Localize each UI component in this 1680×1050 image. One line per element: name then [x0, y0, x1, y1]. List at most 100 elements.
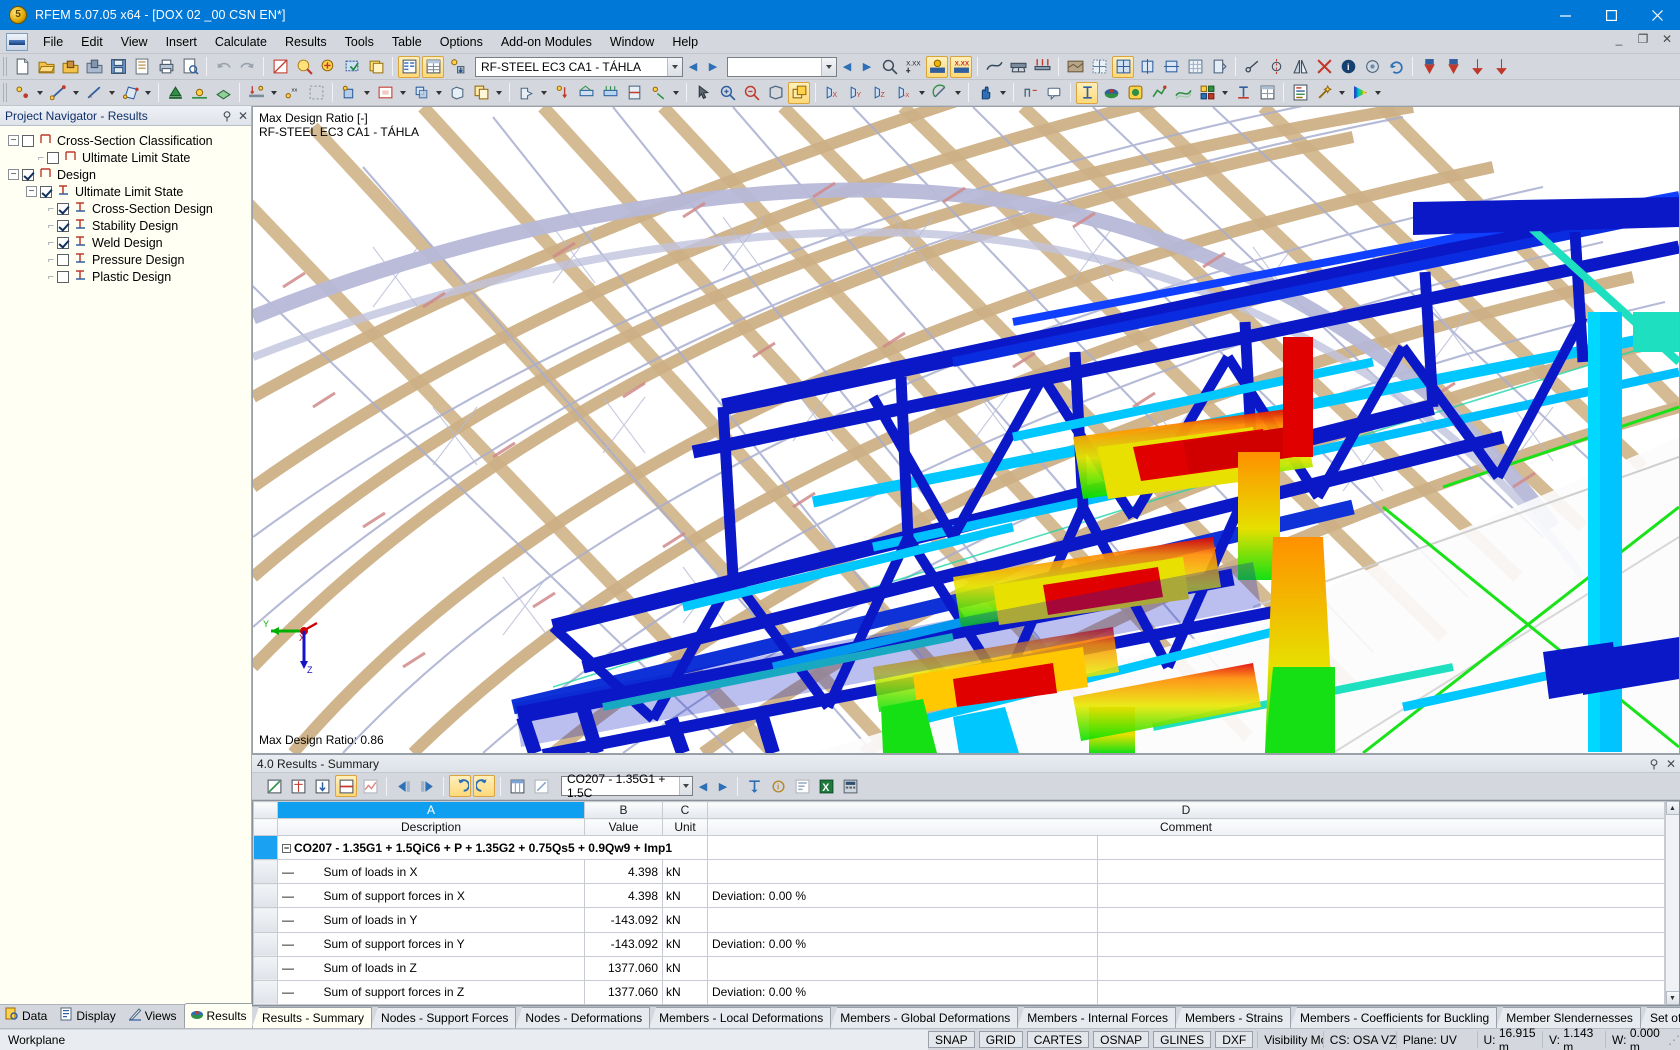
toolbar-grip[interactable] [3, 57, 7, 76]
corner-cell[interactable] [253, 801, 278, 819]
result-table-icon[interactable] [1256, 82, 1278, 104]
checkbox[interactable] [57, 236, 69, 249]
checkbox[interactable] [57, 270, 69, 283]
new-surface-dropdown[interactable] [142, 82, 154, 104]
view-grid-icon[interactable] [1184, 56, 1206, 78]
status-toggle-snap[interactable]: SNAP [928, 1031, 975, 1048]
load-xx-icon[interactable]: xx [281, 82, 303, 104]
imperfection-icon[interactable] [575, 82, 597, 104]
row-number-cell[interactable] [253, 907, 278, 933]
tree-item-pressure-design[interactable]: ⌐ Pressure Design [0, 251, 251, 268]
copy-object-dropdown[interactable] [493, 82, 505, 104]
loads-icon[interactable] [1031, 56, 1053, 78]
status-toggle-cartes[interactable]: CARTES [1026, 1031, 1090, 1048]
status-coordinate-system[interactable]: CS: OSA VZDUCH [1322, 1031, 1396, 1048]
previous-item-button[interactable]: ◀ [837, 56, 857, 78]
tree-item-cross-section-classification[interactable]: − Cross-Section Classification [0, 132, 251, 149]
menu-tools[interactable]: Tools [336, 32, 383, 52]
view-in-y-icon[interactable]: Y [845, 82, 867, 104]
export-icon[interactable] [446, 56, 468, 78]
row-number-cell[interactable] [253, 834, 278, 861]
pin-icon[interactable]: ⚲ [1646, 757, 1662, 771]
select-window-icon[interactable] [341, 56, 363, 78]
table-row[interactable]: — Sum of loads in Z 1377.060 kN [253, 955, 1665, 981]
next-item-button[interactable]: ▶ [857, 56, 877, 78]
zoom-area-icon[interactable] [293, 56, 315, 78]
load-case-3-icon[interactable] [1466, 56, 1488, 78]
window-close-button[interactable] [1634, 0, 1680, 30]
copy-object-icon[interactable] [470, 82, 492, 104]
tree-item-uls-classification[interactable]: ⌐ Ultimate Limit State [0, 149, 251, 166]
table-redo-icon[interactable] [473, 775, 495, 797]
refresh-icon[interactable] [1385, 56, 1407, 78]
resize-grip-icon[interactable]: ⋰ [1668, 1033, 1680, 1047]
render-canvas[interactable] [253, 107, 1679, 753]
new-foundation-icon[interactable] [212, 82, 234, 104]
opening-dropdown[interactable] [397, 82, 409, 104]
menu-edit[interactable]: Edit [72, 32, 112, 52]
sheet-tab-members-strains[interactable]: Members - Strains [1174, 1007, 1292, 1028]
checkbox[interactable] [22, 168, 34, 181]
deformation-icon[interactable] [983, 56, 1005, 78]
toolbar-grip-2[interactable] [3, 83, 7, 102]
solid-object-dropdown[interactable] [361, 82, 373, 104]
table-prev-icon[interactable] [392, 775, 414, 797]
table-split-icon[interactable] [335, 775, 357, 797]
menu-insert[interactable]: Insert [157, 32, 206, 52]
nodal-release-icon[interactable] [647, 82, 669, 104]
dimension-icon[interactable] [1019, 82, 1041, 104]
printout-report-icon[interactable] [1289, 82, 1311, 104]
table-row[interactable]: — Sum of loads in Y -143.092 kN [253, 907, 1665, 933]
intersection-dropdown[interactable] [433, 82, 445, 104]
expander-icon[interactable]: − [8, 169, 19, 180]
status-toggle-glines[interactable]: GLINES [1153, 1031, 1212, 1048]
window-maximize-button[interactable] [1588, 0, 1634, 30]
new-member-icon[interactable]: I [83, 82, 105, 104]
tree-item-weld-design[interactable]: ⌐ Weld Design [0, 234, 251, 251]
undo-icon[interactable] [212, 56, 234, 78]
new-window-icon[interactable] [365, 56, 387, 78]
status-toggle-grid[interactable]: GRID [978, 1031, 1023, 1048]
open-model-icon[interactable] [59, 56, 81, 78]
render-result-icon[interactable] [1124, 82, 1146, 104]
surface-load-icon[interactable] [599, 82, 621, 104]
supports-icon[interactable] [1007, 56, 1029, 78]
new-support-icon[interactable] [164, 82, 186, 104]
mirror-icon[interactable] [1289, 56, 1311, 78]
view-in-negative-x-icon[interactable]: -X [893, 82, 915, 104]
load-case-combo[interactable]: CO207 - 1.35G1 + 1.5C [561, 772, 693, 800]
expander-icon[interactable]: − [8, 135, 19, 146]
measure-icon[interactable] [1241, 56, 1263, 78]
render-wire-icon[interactable] [1088, 56, 1110, 78]
print-preview-icon[interactable] [179, 56, 201, 78]
visibility-dropdown[interactable] [997, 82, 1009, 104]
calculator-icon[interactable] [839, 775, 861, 797]
new-member-dropdown[interactable] [106, 82, 118, 104]
rotate-view-icon[interactable] [929, 82, 951, 104]
new-node-dropdown[interactable] [34, 82, 46, 104]
secondary-combo[interactable] [727, 56, 837, 77]
mdi-minimize-button[interactable]: _ [1610, 32, 1628, 46]
menu-window[interactable]: Window [601, 32, 663, 52]
show-diagram-icon[interactable] [263, 775, 285, 797]
open-recent-icon[interactable] [83, 56, 105, 78]
print-icon[interactable] [155, 56, 177, 78]
view-in-z-icon[interactable]: Z [869, 82, 891, 104]
module-case-dropdown-arrow[interactable] [667, 57, 682, 76]
zoom-in-icon[interactable] [716, 82, 738, 104]
sheet-tab-set-of-members-internal-forces[interactable]: Set of Members - Internal Forces [1639, 1007, 1680, 1028]
tree-item-cross-section-design[interactable]: ⌐ Cross-Section Design [0, 200, 251, 217]
new-node-icon[interactable] [11, 82, 33, 104]
show-table-icon[interactable] [398, 55, 420, 78]
table-row[interactable]: — Sum of support forces in Y -143.092 kN… [253, 931, 1665, 957]
volume-icon[interactable] [446, 82, 468, 104]
table-next-icon[interactable] [416, 775, 438, 797]
next-case-button[interactable]: ▶ [703, 56, 723, 78]
redo-icon[interactable] [236, 56, 258, 78]
sheet-tab-members-global-deformations[interactable]: Members - Global Deformations [830, 1007, 1019, 1028]
table-row-group[interactable]: − CO207 - 1.35G1 + 1.5QiC6 + P + 1.35G2 +… [253, 834, 1665, 861]
color-scale-icon[interactable] [1349, 82, 1371, 104]
navigator-tab-data[interactable]: Data [0, 1004, 54, 1028]
checkbox[interactable] [47, 151, 59, 164]
scroll-down-arrow[interactable]: ▼ [1665, 991, 1679, 1005]
